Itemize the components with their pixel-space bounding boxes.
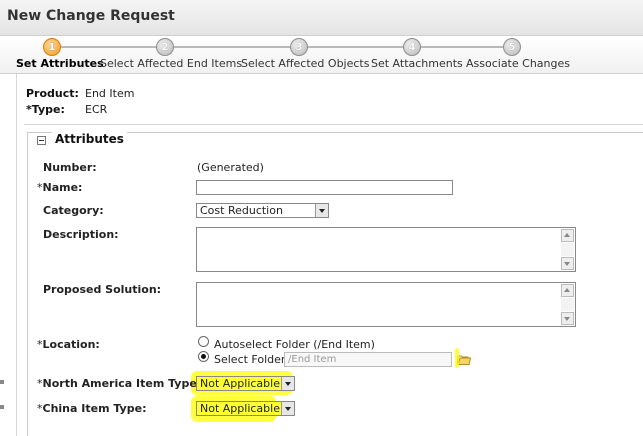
type-value: ECR: [85, 103, 108, 116]
folder-icon[interactable]: [457, 354, 471, 365]
category-select[interactable]: Cost Reduction: [196, 203, 329, 218]
north-america-item-type-select[interactable]: Not Applicable: [196, 376, 295, 391]
window-title-bar: New Change Request: [0, 0, 643, 36]
step-1-icon[interactable]: 1: [43, 38, 61, 56]
description-scrollbar[interactable]: [561, 243, 574, 256]
row-marker: [0, 380, 4, 384]
china-item-type-label-text: China Item Type:: [42, 402, 147, 415]
description-label: Description:: [43, 228, 119, 241]
chevron-down-icon[interactable]: [281, 402, 294, 415]
step-5-icon[interactable]: 5: [503, 38, 521, 56]
header-divider: [24, 124, 643, 125]
china-item-type-select[interactable]: Not Applicable: [196, 401, 295, 416]
row-marker: [0, 405, 4, 409]
type-label: *Type:: [26, 103, 65, 116]
step-5-label[interactable]: Associate Changes: [466, 57, 570, 70]
folder-path-input[interactable]: /End Item: [284, 352, 452, 367]
scroll-up-icon[interactable]: [561, 229, 574, 242]
chevron-down-icon[interactable]: [281, 377, 294, 390]
scroll-up-icon[interactable]: [561, 284, 574, 297]
step-2-label[interactable]: Select Affected End Items: [100, 57, 242, 70]
select-folder-radio[interactable]: [198, 351, 209, 362]
name-label-text: Name:: [42, 181, 83, 194]
name-label: *Name:: [37, 181, 82, 194]
annotation-highlight: [455, 348, 459, 368]
name-input[interactable]: [196, 180, 453, 195]
china-item-type-value: Not Applicable: [200, 402, 280, 415]
product-value: End Item: [85, 87, 135, 100]
window-title: New Change Request: [7, 8, 175, 24]
china-item-type-label: *China Item Type:: [37, 402, 146, 415]
description-textarea[interactable]: [196, 227, 576, 272]
proposed-solution-label: Proposed Solution:: [43, 283, 162, 296]
step-3-label[interactable]: Select Affected Objects: [241, 57, 369, 70]
select-folder-label[interactable]: Select Folder: [214, 353, 285, 366]
step-4-label[interactable]: Set Attachments: [371, 57, 463, 70]
step-2-icon[interactable]: 2: [156, 38, 174, 56]
category-label: Category:: [43, 204, 104, 217]
category-select-value: Cost Reduction: [200, 204, 283, 217]
step-4-icon[interactable]: 4: [403, 38, 421, 56]
autoselect-folder-label[interactable]: Autoselect Folder (/End Item): [214, 338, 375, 351]
number-label: Number:: [43, 161, 97, 174]
scroll-down-icon[interactable]: [561, 257, 574, 270]
location-label-text: Location:: [42, 338, 100, 351]
step-3-icon[interactable]: 3: [290, 38, 308, 56]
wizard-steps: 1 Set Attributes 2 Select Affected End I…: [0, 36, 643, 74]
number-value: (Generated): [197, 161, 264, 174]
autoselect-folder-radio[interactable]: [198, 336, 209, 347]
attributes-section-title: Attributes: [52, 132, 127, 146]
north-america-item-type-label-text: North America Item Type:: [42, 377, 202, 390]
north-america-item-type-value: Not Applicable: [200, 377, 280, 390]
product-label: Product:: [26, 87, 79, 100]
north-america-item-type-label: *North America Item Type:: [37, 377, 201, 390]
proposed-solution-textarea[interactable]: [196, 282, 576, 327]
proposed-solution-scrollbar[interactable]: [561, 298, 574, 311]
location-label: *Location:: [37, 338, 100, 351]
chevron-down-icon[interactable]: [315, 204, 328, 217]
collapse-icon[interactable]: [37, 136, 46, 145]
scroll-down-icon[interactable]: [561, 312, 574, 325]
step-1-label[interactable]: Set Attributes: [16, 57, 104, 70]
wizard-track: [52, 46, 513, 48]
